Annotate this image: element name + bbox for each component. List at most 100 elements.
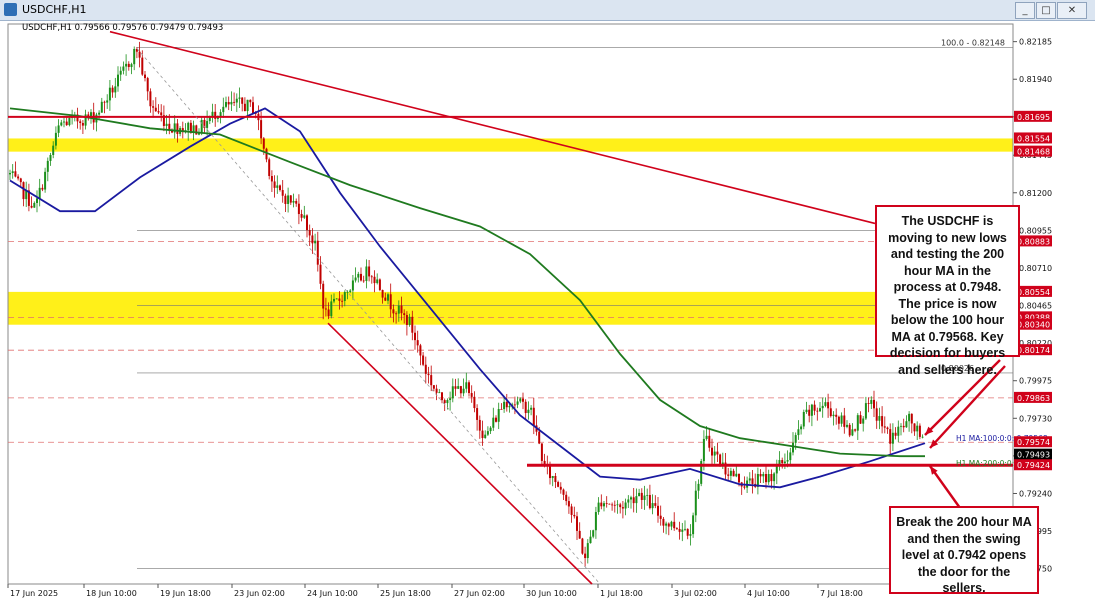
candle-body <box>837 416 840 424</box>
candle-body <box>910 413 913 424</box>
candle-body <box>144 74 146 79</box>
candle-body <box>864 403 867 419</box>
candle-body <box>908 413 911 422</box>
x-tick-label: 7 Jul 18:00 <box>820 589 863 598</box>
close-button[interactable]: ✕ <box>1057 2 1087 19</box>
candle-body <box>918 425 921 437</box>
candle-body <box>800 426 803 430</box>
candle-body <box>387 294 389 301</box>
candle-body <box>311 235 314 244</box>
candle-body <box>565 494 568 502</box>
candle-body <box>603 503 605 507</box>
candle-body <box>17 176 20 179</box>
candle-body <box>270 175 273 182</box>
window-titlebar: USDCHF,H1 _ □ ✕ <box>0 0 1095 21</box>
candle-body <box>497 409 500 422</box>
candle-body <box>81 123 84 126</box>
annotation-break-level: Break the 200 hour MA and then the swing… <box>889 506 1039 595</box>
candle-body <box>584 553 587 559</box>
candle-body <box>684 528 686 530</box>
candle-body <box>848 424 851 436</box>
candle-body <box>662 518 665 526</box>
candle-body <box>414 332 416 341</box>
candle-body <box>346 291 349 293</box>
candle-body <box>378 279 381 290</box>
candle-body <box>306 215 308 231</box>
candle-body <box>648 494 651 509</box>
candle-body <box>821 405 824 409</box>
candle-body <box>276 185 279 188</box>
candle-body <box>735 473 738 477</box>
candle-body <box>613 504 616 506</box>
candle-body <box>233 101 236 103</box>
candle-body <box>343 292 346 301</box>
candle-body <box>630 497 632 500</box>
maximize-button[interactable]: □ <box>1036 2 1056 19</box>
candle-body <box>540 443 543 461</box>
candle-body <box>292 200 295 203</box>
candle-body <box>430 375 433 386</box>
window-title: USDCHF,H1 <box>22 3 87 16</box>
candle-body <box>327 309 330 317</box>
candle-body <box>805 409 808 413</box>
candle-body <box>573 514 576 517</box>
candle-body <box>621 507 624 509</box>
candle-body <box>781 460 784 464</box>
candle-body <box>154 107 157 112</box>
x-tick-label: 3 Jul 02:00 <box>674 589 717 598</box>
candle-body <box>802 412 805 427</box>
candle-body <box>702 438 705 462</box>
candle-body <box>829 408 832 417</box>
y-tick-label: 0.82185 <box>1019 38 1052 47</box>
candle-body <box>133 48 136 65</box>
candle-body <box>249 99 252 103</box>
candle-body <box>832 414 835 417</box>
candle-body <box>324 308 327 310</box>
candle-body <box>246 99 249 112</box>
candle-body <box>222 106 225 113</box>
candle-body <box>238 97 241 99</box>
candle-body <box>727 474 730 476</box>
candle-body <box>792 442 794 453</box>
price-label: 0.79863 <box>1017 394 1050 403</box>
chart-window-icon <box>4 3 17 16</box>
candle-body <box>600 502 603 507</box>
candle-body <box>38 187 41 199</box>
candle-body <box>198 133 200 135</box>
candle-body <box>751 478 754 484</box>
candle-body <box>503 401 506 410</box>
candle-body <box>913 423 916 432</box>
minimize-button[interactable]: _ <box>1015 2 1035 19</box>
candle-body <box>149 91 152 107</box>
candle-body <box>843 415 846 427</box>
candle-body <box>41 187 44 190</box>
candle-body <box>794 435 797 443</box>
candle-body <box>227 102 230 105</box>
candle-body <box>522 398 524 402</box>
candle-body <box>243 103 246 112</box>
candle-body <box>819 408 821 412</box>
x-tick-label: 25 Jun 18:00 <box>380 589 431 598</box>
candle-body <box>303 215 306 218</box>
x-tick-label: 27 Jun 02:00 <box>454 589 505 598</box>
candle-body <box>279 185 281 191</box>
candle-body <box>416 340 419 346</box>
candle-body <box>119 70 122 75</box>
candle-body <box>357 273 360 278</box>
candle-body <box>654 503 657 506</box>
price-label: 0.80883 <box>1017 237 1050 246</box>
price-label: 0.80174 <box>1017 346 1050 355</box>
candle-body <box>432 385 435 389</box>
candle-body <box>559 486 562 490</box>
x-tick-label: 23 Jun 02:00 <box>234 589 285 598</box>
candle-body <box>673 521 676 529</box>
candle-body <box>435 388 438 393</box>
price-label: 0.81468 <box>1017 148 1050 157</box>
candle-body <box>465 382 468 389</box>
candle-body <box>689 534 692 536</box>
candle-body <box>489 427 492 432</box>
candle-body <box>141 57 144 75</box>
candle-body <box>273 181 276 188</box>
candle-body <box>103 101 106 103</box>
candle-body <box>424 364 427 374</box>
